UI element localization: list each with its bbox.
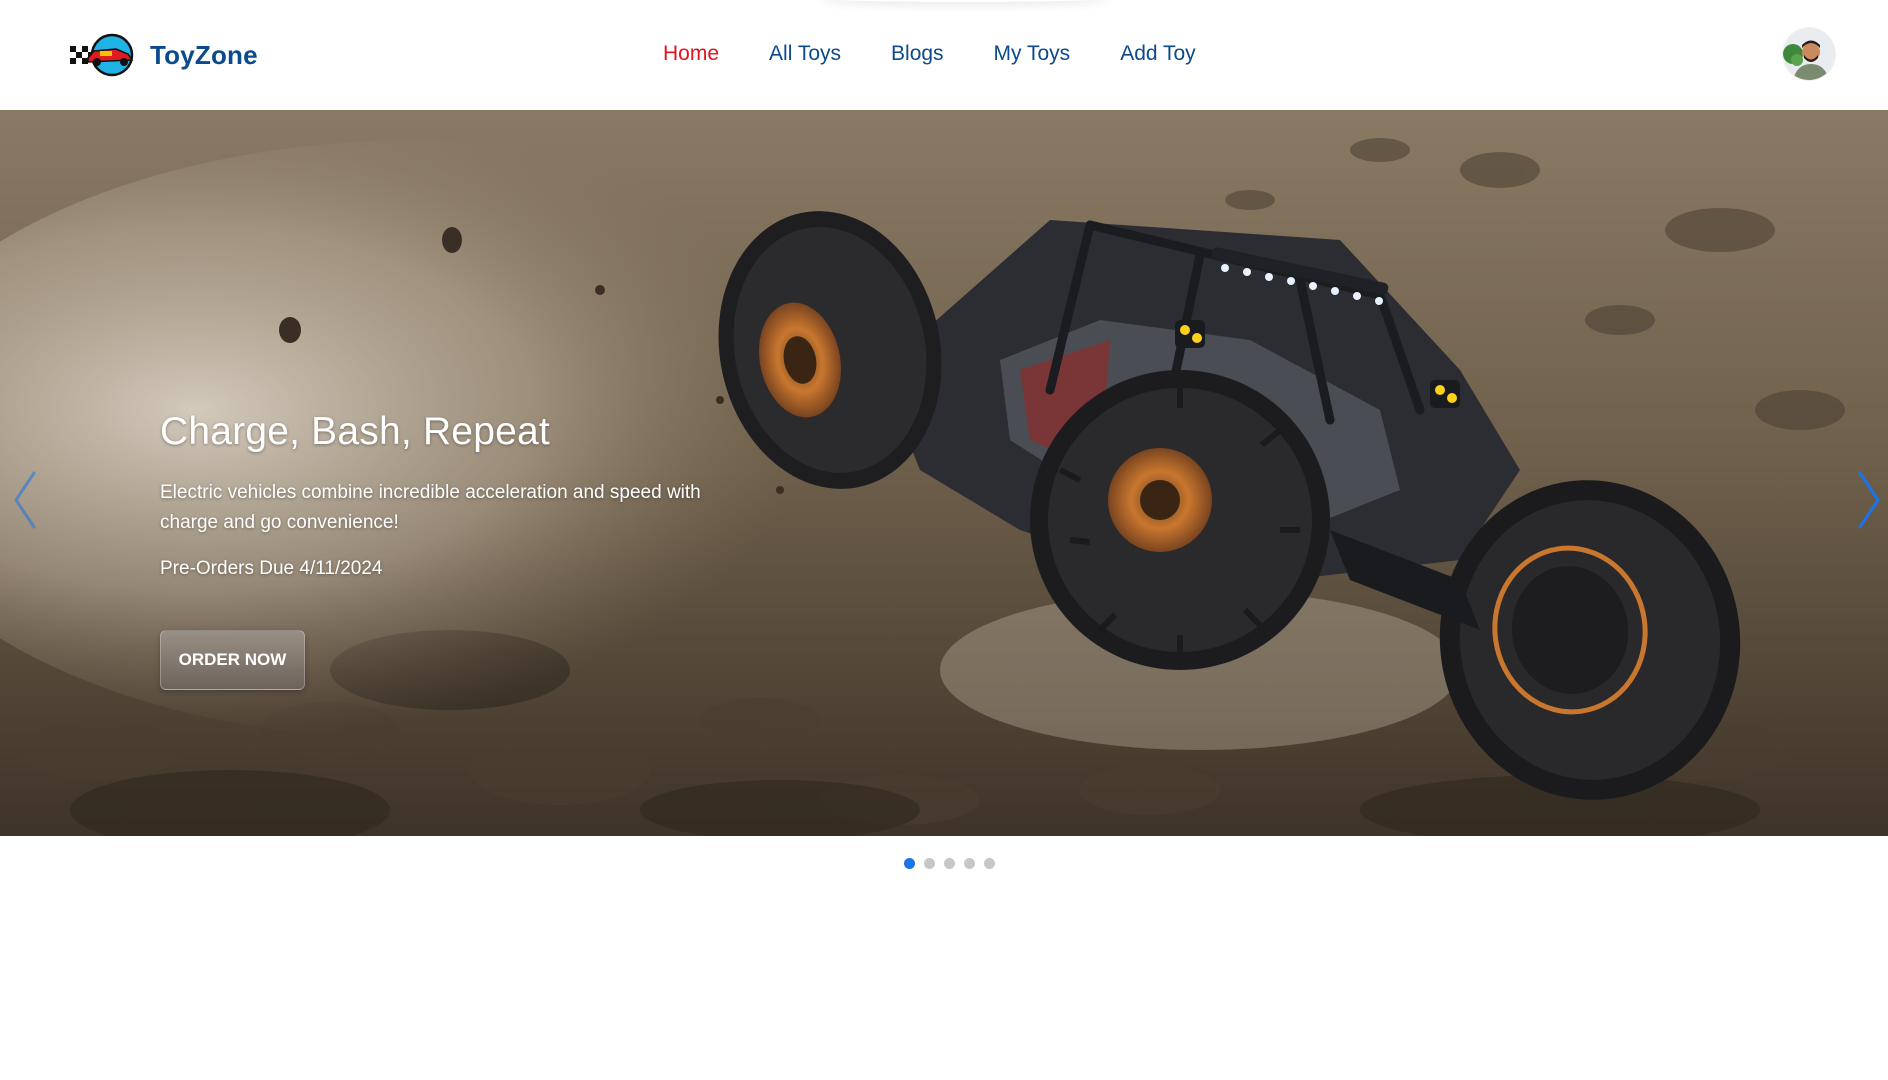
nav-item-home: Home <box>663 42 719 66</box>
nav-item-all-toys: All Toys <box>769 42 841 66</box>
brand-name: ToyZone <box>150 39 258 70</box>
order-now-button[interactable]: ORDER NOW <box>160 630 305 690</box>
chevron-right-icon <box>1858 471 1880 529</box>
carousel-pagination <box>904 858 995 869</box>
hero-carousel: Charge, Bash, Repeat Electric vehicles c… <box>0 110 1888 836</box>
carousel-dot-5[interactable] <box>984 858 995 869</box>
user-avatar[interactable] <box>1783 28 1835 80</box>
user-avatar-icon <box>1783 28 1835 80</box>
slide-title: Charge, Bash, Repeat <box>160 410 550 453</box>
nav-link-blogs[interactable]: Blogs <box>891 42 944 65</box>
nav-link-home[interactable]: Home <box>663 42 719 65</box>
nav-link-all-toys[interactable]: All Toys <box>769 42 841 65</box>
chevron-left-icon <box>14 471 36 529</box>
header-shadow <box>820 0 1110 2</box>
nav-link-add-toy[interactable]: Add Toy <box>1120 42 1196 65</box>
nav-item-add-toy: Add Toy <box>1120 42 1196 66</box>
carousel-dot-2[interactable] <box>924 858 935 869</box>
carousel-dot-4[interactable] <box>964 858 975 869</box>
race-car-logo-icon <box>70 33 134 77</box>
carousel-next-button[interactable] <box>1848 465 1888 535</box>
top-navbar: ToyZone Home All Toys Blogs My Toys Add … <box>0 0 1888 110</box>
main-nav: Home All Toys Blogs My Toys Add Toy <box>663 42 1196 66</box>
preorder-due-text: Pre-Orders Due 4/11/2024 <box>160 558 383 579</box>
nav-link-my-toys[interactable]: My Toys <box>994 42 1071 65</box>
brand-link[interactable]: ToyZone <box>70 32 258 78</box>
hero-caption: Charge, Bash, Repeat Electric vehicles c… <box>160 410 720 690</box>
nav-item-my-toys: My Toys <box>994 42 1071 66</box>
carousel-dot-1[interactable] <box>904 858 915 869</box>
carousel-prev-button[interactable] <box>6 465 46 535</box>
carousel-dot-3[interactable] <box>944 858 955 869</box>
nav-item-blogs: Blogs <box>891 42 944 66</box>
slide-description: Electric vehicles combine incredible acc… <box>160 482 701 533</box>
